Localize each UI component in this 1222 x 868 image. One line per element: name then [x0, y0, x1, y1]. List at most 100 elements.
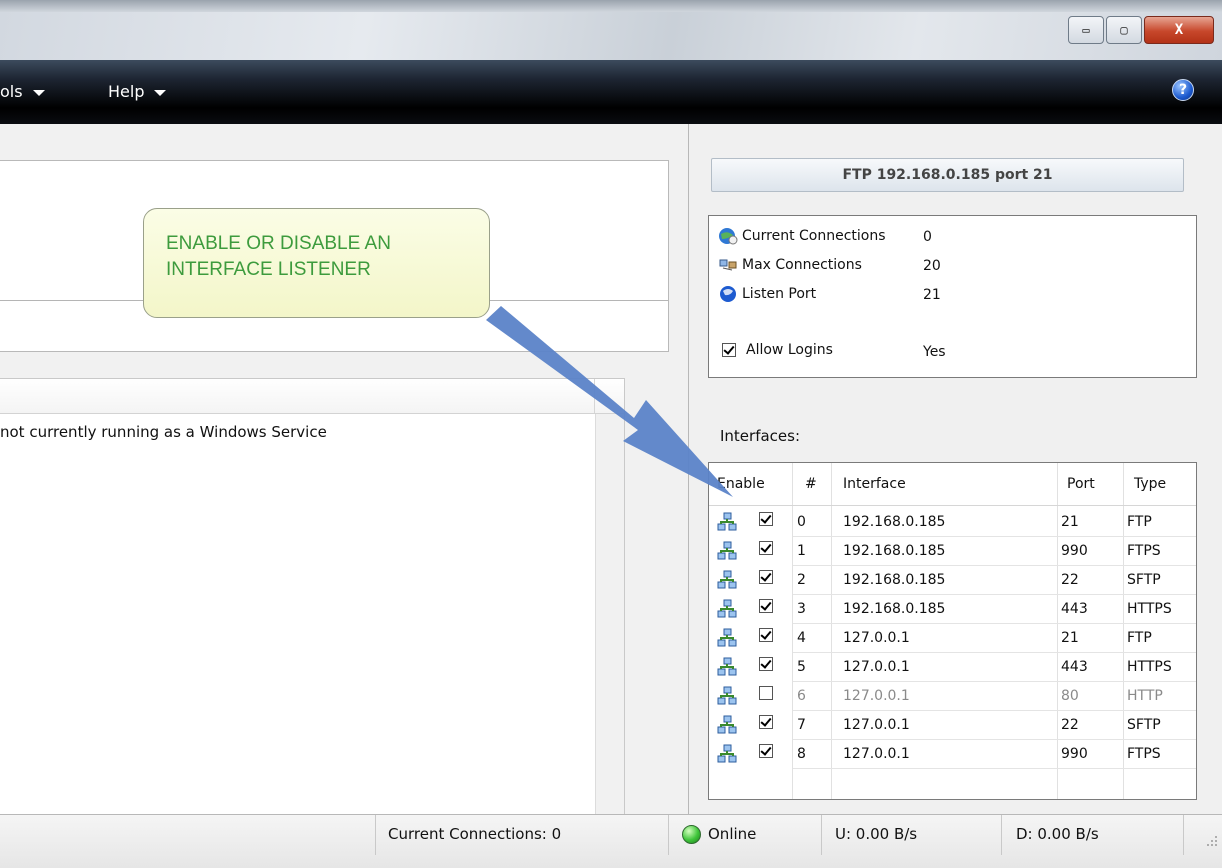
table-row[interactable]: 0 192.168.0.185 21 FTP [709, 508, 1196, 537]
stat-label: Max Connections [742, 257, 862, 273]
row-number: 3 [797, 601, 806, 617]
title-bar: ▭ ▢ X [0, 0, 1222, 60]
stat-current-connections: Current Connections [718, 227, 886, 251]
table-row[interactable]: 3 192.168.0.185 443 HTTPS [709, 595, 1196, 624]
row-type: SFTP [1127, 572, 1161, 588]
maximize-button[interactable]: ▢ [1106, 16, 1142, 44]
table-row[interactable]: 5 127.0.0.1 443 HTTPS [709, 653, 1196, 682]
allow-logins-value: Yes [923, 344, 946, 360]
max-connections-icon [719, 259, 737, 271]
network-interface-icon [717, 541, 737, 560]
row-number: 1 [797, 543, 806, 559]
window-controls: ▭ ▢ X [1066, 16, 1214, 44]
column-enable[interactable]: Enable [717, 463, 765, 505]
row-type: HTTPS [1127, 659, 1172, 675]
stat-max-connections: Max Connections [718, 256, 862, 280]
status-divider [1001, 815, 1002, 855]
enable-checkbox[interactable] [759, 628, 773, 642]
row-interface: 192.168.0.185 [843, 572, 946, 588]
status-download: D: 0.00 B/s [1016, 825, 1099, 843]
row-interface: 127.0.0.1 [843, 630, 910, 646]
enable-checkbox[interactable] [759, 657, 773, 671]
resize-grip-icon[interactable] [1204, 833, 1218, 847]
status-online: Online [708, 825, 757, 843]
column-interface[interactable]: Interface [843, 463, 906, 505]
menu-help[interactable]: Help [108, 82, 167, 101]
server-header: FTP 192.168.0.185 port 21 [711, 158, 1184, 192]
minimize-icon: ▭ [1082, 23, 1090, 37]
grid-header [0, 379, 624, 414]
row-number: 5 [797, 659, 806, 675]
table-row[interactable]: 7 127.0.0.1 22 SFTP [709, 711, 1196, 740]
table-row[interactable]: 1 192.168.0.185 990 FTPS [709, 537, 1196, 566]
close-icon: X [1174, 22, 1184, 38]
row-port: 21 [1061, 514, 1079, 530]
column-port[interactable]: Port [1067, 463, 1095, 505]
enable-checkbox[interactable] [759, 570, 773, 584]
minimize-button[interactable]: ▭ [1068, 16, 1104, 44]
allow-logins-checkbox[interactable] [722, 343, 736, 357]
status-upload: U: 0.00 B/s [835, 825, 918, 843]
table-row[interactable]: 4 127.0.0.1 21 FTP [709, 624, 1196, 653]
row-type: FTP [1127, 630, 1152, 646]
stat-max-connections-value: 20 [923, 258, 941, 274]
row-port: 21 [1061, 630, 1079, 646]
row-interface: 127.0.0.1 [843, 688, 910, 704]
allow-logins-row: Allow Logins [722, 342, 833, 366]
network-interface-icon [717, 657, 737, 676]
chevron-down-icon [154, 89, 167, 96]
row-interface: 127.0.0.1 [843, 717, 910, 733]
close-button[interactable]: X [1144, 16, 1214, 44]
status-divider [821, 815, 822, 855]
enable-checkbox[interactable] [759, 541, 773, 555]
callout-line-2: INTERFACE LISTENER [166, 259, 371, 280]
header-divider [709, 505, 1196, 506]
row-divider [793, 768, 1196, 769]
row-port: 443 [1061, 601, 1088, 617]
stat-label: Current Connections [742, 228, 886, 244]
enable-checkbox[interactable] [759, 686, 773, 700]
row-number: 8 [797, 746, 806, 762]
row-type: SFTP [1127, 717, 1161, 733]
row-number: 7 [797, 717, 806, 733]
menu-tools[interactable]: ols [0, 82, 45, 101]
column-type[interactable]: Type [1134, 463, 1166, 505]
interfaces-label: Interfaces: [720, 427, 801, 445]
interfaces-table: Enable # Interface Port Type 0 192.168.0.… [708, 462, 1197, 800]
row-port: 990 [1061, 746, 1088, 762]
row-interface: 192.168.0.185 [843, 514, 946, 530]
connections-globe-icon [719, 228, 738, 245]
stat-current-connections-value: 0 [923, 229, 932, 245]
title-bar-edge [0, 0, 1222, 12]
enable-checkbox[interactable] [759, 512, 773, 526]
maximize-icon: ▢ [1120, 23, 1128, 37]
enable-checkbox[interactable] [759, 599, 773, 613]
enable-checkbox[interactable] [759, 744, 773, 758]
menu-help-label: Help [108, 82, 145, 101]
row-number: 4 [797, 630, 806, 646]
online-status-icon [682, 825, 701, 844]
table-row[interactable]: 6 127.0.0.1 80 HTTP [709, 682, 1196, 711]
row-port: 22 [1061, 572, 1079, 588]
help-icon[interactable]: ? [1172, 79, 1194, 101]
enable-checkbox[interactable] [759, 715, 773, 729]
row-port: 80 [1061, 688, 1079, 704]
grid-header-divider[interactable] [594, 379, 595, 413]
table-row[interactable]: 2 192.168.0.185 22 SFTP [709, 566, 1196, 595]
row-number: 0 [797, 514, 806, 530]
service-status-message: not currently running as a Windows Servi… [0, 423, 327, 441]
network-interface-icon [717, 628, 737, 647]
stat-listen-port-value: 21 [923, 287, 941, 303]
status-bar: Current Connections: 0 Online U: 0.00 B/… [0, 814, 1222, 868]
row-type: FTPS [1127, 543, 1161, 559]
row-interface: 127.0.0.1 [843, 746, 910, 762]
column-number[interactable]: # [805, 463, 817, 505]
chevron-down-icon [32, 89, 45, 96]
stat-listen-port: Listen Port [718, 285, 816, 309]
row-number: 6 [797, 688, 806, 704]
row-type: HTTPS [1127, 601, 1172, 617]
grid-scrollbar[interactable] [595, 414, 624, 815]
service-grid: not currently running as a Windows Servi… [0, 378, 625, 815]
status-divider [1183, 815, 1184, 855]
table-row[interactable]: 8 127.0.0.1 990 FTPS [709, 740, 1196, 769]
